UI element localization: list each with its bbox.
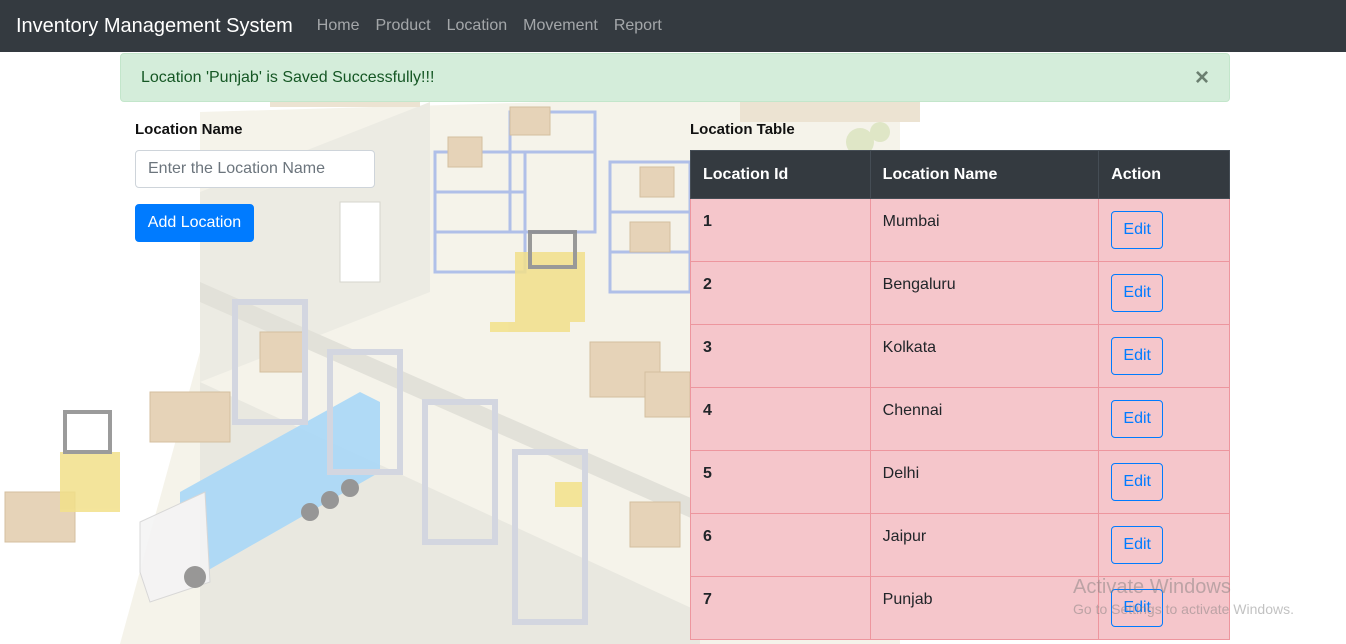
- add-location-button[interactable]: Add Location: [135, 204, 254, 242]
- action-cell: Edit: [1098, 198, 1230, 262]
- location-id-cell: 6: [690, 513, 871, 577]
- location-name-cell: Delhi: [869, 450, 1100, 514]
- nav-link-home[interactable]: Home: [309, 17, 368, 35]
- location-name-input[interactable]: [135, 150, 375, 188]
- location-name-cell: Kolkata: [869, 324, 1100, 388]
- table-row: 4 Chennai Edit: [690, 387, 1230, 451]
- activate-windows-subtitle: Go to Settings to activate Windows.: [1073, 601, 1294, 617]
- nav-link-location[interactable]: Location: [439, 17, 516, 35]
- close-icon[interactable]: ×: [1195, 66, 1209, 90]
- nav-link-product[interactable]: Product: [367, 17, 438, 35]
- header-location-name: Location Name: [869, 150, 1100, 199]
- location-id-cell: 3: [690, 324, 871, 388]
- edit-button[interactable]: Edit: [1111, 400, 1164, 438]
- edit-button[interactable]: Edit: [1111, 274, 1164, 312]
- edit-button[interactable]: Edit: [1111, 526, 1164, 564]
- location-table: Location Id Location Name Action 1 Mumba…: [690, 150, 1230, 640]
- activate-windows-watermark: Activate Windows: [1073, 576, 1231, 598]
- location-id-cell: 2: [690, 261, 871, 325]
- location-name-cell: Punjab: [869, 576, 1100, 640]
- table-row: 5 Delhi Edit: [690, 450, 1230, 514]
- edit-button[interactable]: Edit: [1111, 463, 1164, 501]
- location-id-cell: 5: [690, 450, 871, 514]
- table-row: 3 Kolkata Edit: [690, 324, 1230, 388]
- edit-button[interactable]: Edit: [1111, 211, 1164, 249]
- location-name-cell: Mumbai: [869, 198, 1100, 262]
- location-name-cell: Jaipur: [869, 513, 1100, 577]
- table-row: 2 Bengaluru Edit: [690, 261, 1230, 325]
- location-id-cell: 7: [690, 576, 871, 640]
- success-alert: Location 'Punjab' is Saved Successfully!…: [120, 53, 1230, 102]
- location-name-label: Location Name: [135, 121, 243, 138]
- location-name-cell: Bengaluru: [869, 261, 1100, 325]
- action-cell: Edit: [1098, 450, 1230, 514]
- nav-link-report[interactable]: Report: [606, 17, 670, 35]
- nav-link-movement[interactable]: Movement: [515, 17, 606, 35]
- edit-button[interactable]: Edit: [1111, 337, 1164, 375]
- action-cell: Edit: [1098, 513, 1230, 577]
- header-action: Action: [1098, 150, 1230, 199]
- table-row: 1 Mumbai Edit: [690, 198, 1230, 262]
- header-location-id: Location Id: [690, 150, 871, 199]
- table-header-row: Location Id Location Name Action: [690, 150, 1230, 199]
- top-navbar: Inventory Management System Home Product…: [0, 0, 1346, 52]
- action-cell: Edit: [1098, 261, 1230, 325]
- location-id-cell: 4: [690, 387, 871, 451]
- action-cell: Edit: [1098, 324, 1230, 388]
- alert-message: Location 'Punjab' is Saved Successfully!…: [141, 68, 435, 86]
- navbar-brand[interactable]: Inventory Management System: [16, 15, 293, 38]
- table-row: 6 Jaipur Edit: [690, 513, 1230, 577]
- location-id-cell: 1: [690, 198, 871, 262]
- location-name-cell: Chennai: [869, 387, 1100, 451]
- location-table-title: Location Table: [690, 121, 795, 138]
- action-cell: Edit: [1098, 387, 1230, 451]
